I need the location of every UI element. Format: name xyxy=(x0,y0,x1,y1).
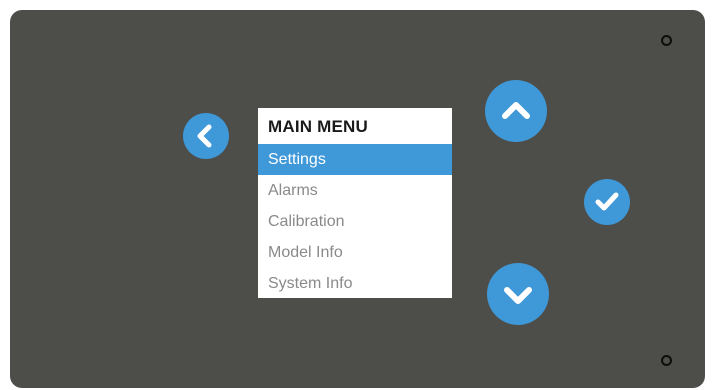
screw-bottom xyxy=(661,355,672,366)
chevron-up-icon xyxy=(502,102,530,119)
menu-title: MAIN MENU xyxy=(268,117,369,136)
menu-item-model-info[interactable]: Model Info xyxy=(258,237,452,268)
menu-list: Settings Alarms Calibration Model Info S… xyxy=(258,144,452,298)
back-button[interactable] xyxy=(183,113,229,159)
down-button[interactable] xyxy=(487,263,549,325)
menu-item-system-info[interactable]: System Info xyxy=(258,268,452,298)
menu-item-calibration[interactable]: Calibration xyxy=(258,206,452,237)
screw-top xyxy=(661,35,672,46)
menu-item-settings[interactable]: Settings xyxy=(258,144,452,175)
up-button[interactable] xyxy=(485,80,547,142)
menu-item-alarms[interactable]: Alarms xyxy=(258,175,452,206)
chevron-left-icon xyxy=(197,124,212,148)
chevron-down-icon xyxy=(504,287,532,304)
lcd-screen: MAIN MENU Settings Alarms Calibration Mo… xyxy=(258,108,452,298)
ok-button[interactable] xyxy=(584,179,630,225)
check-icon xyxy=(595,192,619,211)
